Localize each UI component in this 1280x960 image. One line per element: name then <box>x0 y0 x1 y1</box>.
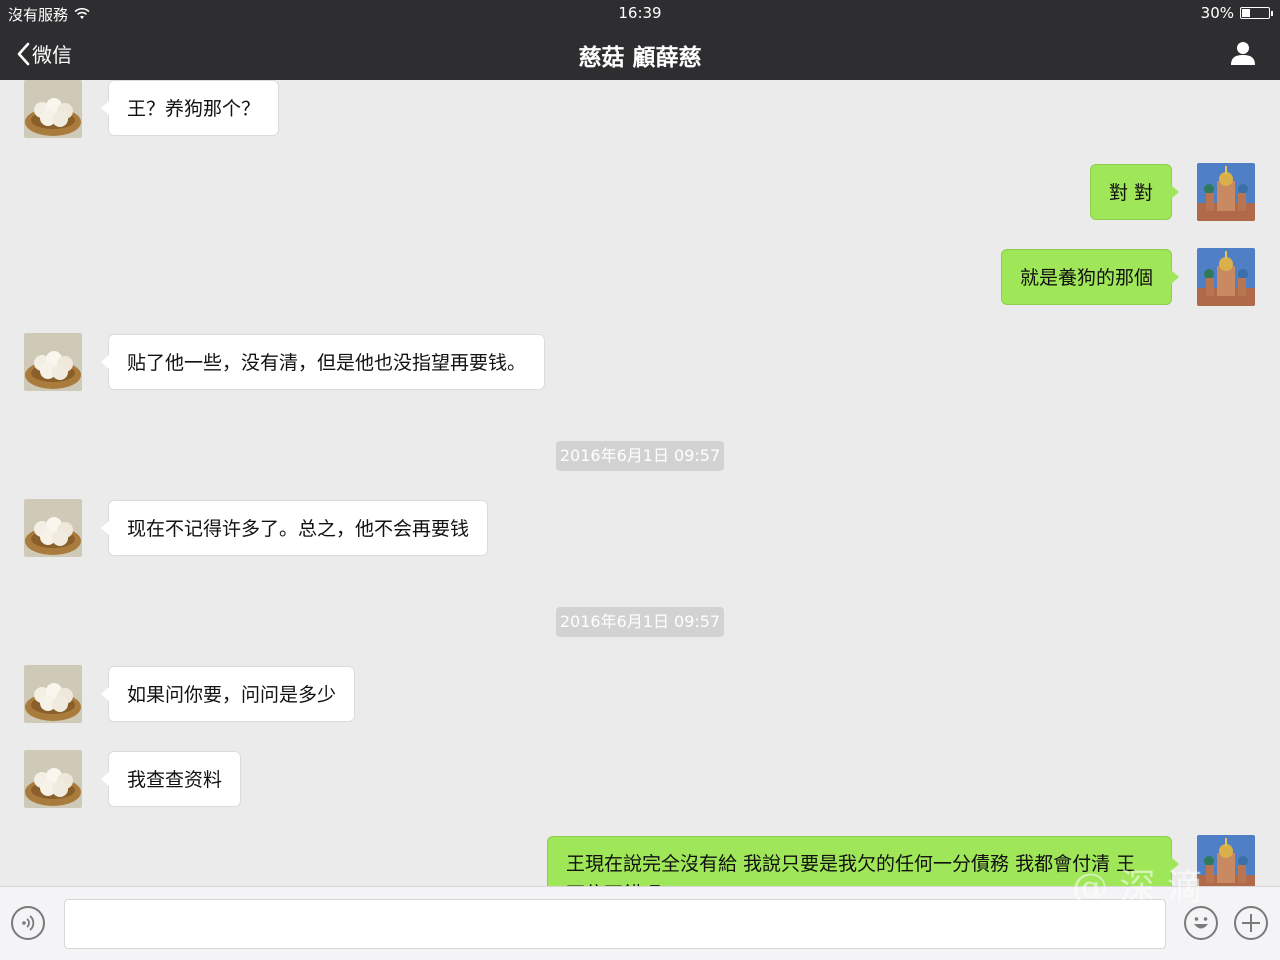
garlic-photo-icon <box>24 80 82 138</box>
incoming-message-bubble[interactable]: 王？养狗那个？ <box>100 80 280 136</box>
chat-area[interactable]: 王？养狗那个？ 對 對 就是養狗的那個 贴了他一些，没有清，但是他也没指望再要钱… <box>0 80 1280 886</box>
garlic-photo-icon <box>24 750 82 808</box>
church-photo-icon <box>1197 248 1255 306</box>
message-text: 现在不记得许多了。总之，他不会再要钱 <box>127 518 470 540</box>
garlic-photo-icon <box>24 333 82 391</box>
incoming-message-bubble[interactable]: 现在不记得许多了。总之，他不会再要钱 <box>100 500 489 556</box>
message-text: 王？养狗那个？ <box>127 98 261 120</box>
battery-percent: 30% <box>1200 4 1234 22</box>
timestamp-label: 2016年6月1日 09:57 <box>556 607 724 637</box>
contact-avatar[interactable] <box>24 333 82 391</box>
contact-avatar[interactable] <box>24 750 82 808</box>
message-text: 王現在說完全沒有給 我說只要是我欠的任何一分債務 我都會付清 王不住不錯吧 <box>566 853 1136 886</box>
message-text: 我查查资料 <box>127 769 223 791</box>
self-avatar[interactable] <box>1197 248 1255 306</box>
self-avatar[interactable] <box>1197 835 1255 886</box>
contact-avatar[interactable] <box>24 665 82 723</box>
contact-avatar[interactable] <box>24 80 82 138</box>
person-icon <box>1231 42 1255 65</box>
timestamp-label: 2016年6月1日 09:57 <box>556 441 724 471</box>
chat-title: 慈菇 顧薛慈 <box>578 45 702 71</box>
message-text: 如果问你要，问问是多少 <box>127 684 337 706</box>
garlic-photo-icon <box>24 665 82 723</box>
incoming-message-bubble[interactable]: 贴了他一些，没有清，但是他也没指望再要钱。 <box>100 334 546 390</box>
incoming-message-bubble[interactable]: 如果问你要，问问是多少 <box>100 666 356 722</box>
contact-avatar[interactable] <box>24 499 82 557</box>
garlic-photo-icon <box>24 499 82 557</box>
add-button[interactable] <box>1234 906 1268 940</box>
input-bar <box>0 886 1280 960</box>
voice-button[interactable] <box>11 906 45 940</box>
voice-icon <box>22 915 35 931</box>
status-time: 16:39 <box>618 4 662 22</box>
message-text: 贴了他一些，没有清，但是他也没指望再要钱。 <box>127 352 527 374</box>
incoming-message-bubble[interactable]: 我查查资料 <box>100 751 242 807</box>
plus-icon <box>1242 914 1260 932</box>
emoji-icon <box>1194 917 1208 929</box>
message-text: 就是養狗的那個 <box>1019 267 1153 289</box>
outgoing-message-bubble[interactable]: 就是養狗的那個 <box>1000 249 1180 305</box>
emoji-button[interactable] <box>1184 906 1218 940</box>
church-photo-icon <box>1197 835 1255 886</box>
battery-fill <box>1242 9 1250 17</box>
outgoing-message-bubble[interactable]: 對 對 <box>1089 164 1180 220</box>
message-input[interactable] <box>64 899 1166 949</box>
battery-icon <box>1240 7 1273 19</box>
battery-group: 30% <box>1200 4 1273 22</box>
nav-bar: 微信 慈菇 顧薛慈 <box>0 26 1280 80</box>
status-bar: 沒有服務 16:39 30% <box>0 0 1280 26</box>
church-photo-icon <box>1197 163 1255 221</box>
profile-button[interactable] <box>1230 40 1256 70</box>
self-avatar[interactable] <box>1197 163 1255 221</box>
message-text: 對 對 <box>1108 182 1153 204</box>
outgoing-message-bubble[interactable]: 王現在說完全沒有給 我說只要是我欠的任何一分債務 我都會付清 王不住不錯吧 <box>547 836 1179 886</box>
